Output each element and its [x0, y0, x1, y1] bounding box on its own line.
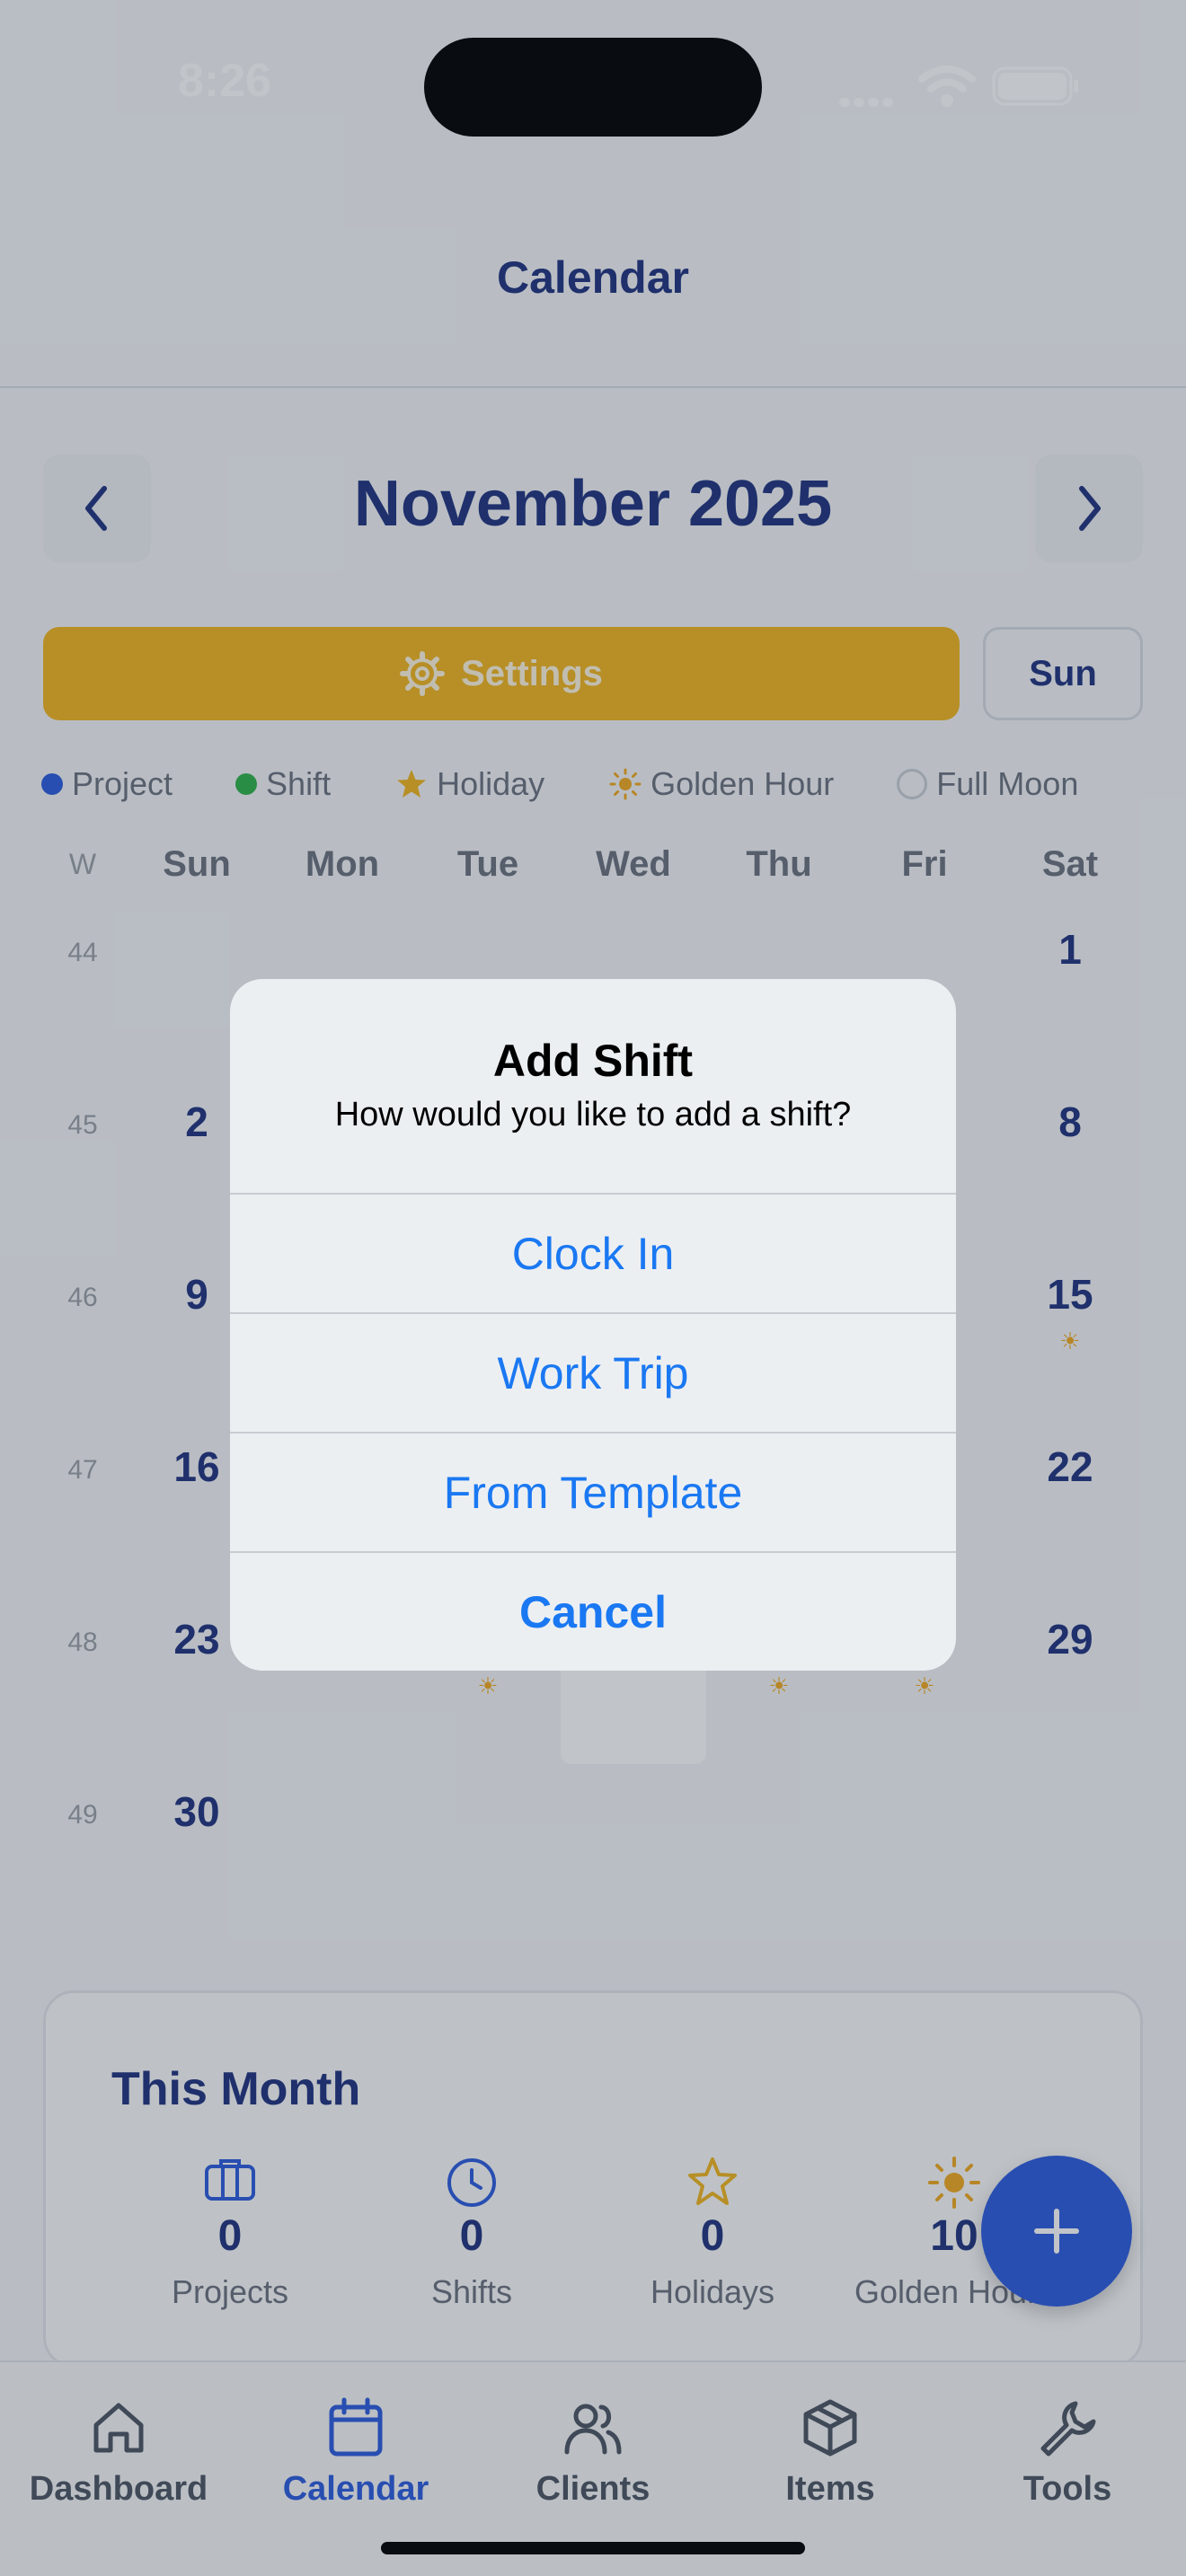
alert-title: Add Shift: [492, 1036, 694, 1086]
cancel-button[interactable]: Cancel: [230, 1551, 956, 1671]
work-trip-button[interactable]: Work Trip: [230, 1312, 956, 1432]
clock-in-button[interactable]: Clock In: [230, 1193, 956, 1312]
from-template-button[interactable]: From Template: [230, 1432, 956, 1551]
alert-message: How would you like to add a shift?: [334, 1096, 852, 1134]
add-shift-alert: Add Shift How would you like to add a sh…: [230, 979, 956, 1671]
